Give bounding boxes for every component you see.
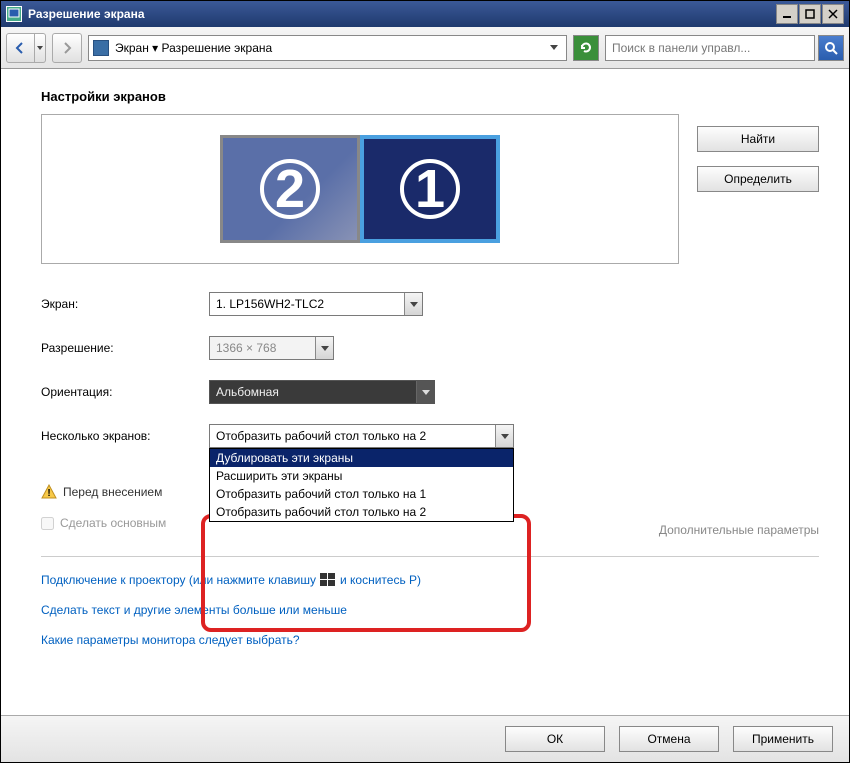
search-icon (824, 41, 838, 55)
dropdown-item[interactable]: Отобразить рабочий стол только на 2 (210, 503, 513, 521)
textsize-link[interactable]: Сделать текст и другие элементы больше и… (41, 603, 819, 617)
chevron-down-icon (416, 381, 434, 403)
dropdown-item[interactable]: Расширить эти экраны (210, 467, 513, 485)
multi-combo[interactable]: Отобразить рабочий стол только на 2 (209, 424, 514, 448)
content-area: Настройки экранов 2 1 Найти Определить Э… (1, 69, 849, 715)
projector-link[interactable]: Подключение к проектору (или нажмите кла… (41, 573, 819, 587)
chevron-down-icon (315, 337, 333, 359)
which-monitor-link[interactable]: Какие параметры монитора следует выбрать… (41, 633, 819, 647)
label-resolution: Разрешение: (41, 341, 209, 355)
maximize-button[interactable] (799, 4, 821, 24)
refresh-icon (579, 41, 593, 55)
forward-button[interactable] (52, 33, 82, 63)
page-heading: Настройки экранов (41, 89, 819, 104)
screen-combo[interactable]: 1. LP156WH2-TLC2 (209, 292, 423, 316)
label-orientation: Ориентация: (41, 385, 209, 399)
titlebar: Разрешение экрана (1, 1, 849, 27)
monitor-number-1: 1 (400, 159, 460, 219)
chevron-down-icon (495, 425, 513, 447)
minimize-button[interactable] (776, 4, 798, 24)
chevron-down-icon (404, 293, 422, 315)
label-screen: Экран: (41, 297, 209, 311)
nav-back-group (6, 33, 46, 63)
ok-button[interactable]: ОК (505, 726, 605, 752)
dropdown-item[interactable]: Дублировать эти экраны (210, 449, 513, 467)
refresh-button[interactable] (573, 35, 599, 61)
footer: ОК Отмена Применить (1, 715, 849, 762)
monitor-preview-box: 2 1 (41, 114, 679, 264)
monitor-1[interactable]: 1 (360, 135, 500, 243)
search-go-button[interactable] (818, 35, 844, 61)
orientation-combo[interactable]: Альбомная (209, 380, 435, 404)
back-button[interactable] (6, 33, 35, 63)
monitor-number-2: 2 (260, 159, 320, 219)
breadcrumb: Экран ▾ Разрешение экрана (115, 41, 546, 55)
display-icon (93, 40, 109, 56)
arrow-left-icon (13, 41, 27, 55)
warning-icon: ! (41, 484, 57, 500)
main-display-checkbox[interactable] (41, 517, 54, 530)
detect-button[interactable]: Определить (697, 166, 819, 192)
find-button[interactable]: Найти (697, 126, 819, 152)
svg-text:!: ! (47, 488, 50, 499)
address-dropdown[interactable] (546, 45, 562, 50)
back-history-button[interactable] (35, 33, 46, 63)
multi-dropdown-list: Дублировать эти экраны Расширить эти экр… (209, 448, 514, 522)
label-multi: Несколько экранов: (41, 429, 209, 443)
checkbox-label: Сделать основным (60, 516, 166, 530)
dropdown-item[interactable]: Отобразить рабочий стол только на 1 (210, 485, 513, 503)
windows-key-icon (320, 573, 336, 587)
divider (41, 556, 819, 557)
close-button[interactable] (822, 4, 844, 24)
warn-text-prefix: Перед внесением (63, 485, 162, 499)
arrow-right-icon (60, 41, 74, 55)
search-input[interactable]: Поиск в панели управл... (605, 35, 815, 61)
address-bar[interactable]: Экран ▾ Разрешение экрана (88, 35, 567, 61)
window-title: Разрешение экрана (28, 7, 776, 21)
cancel-button[interactable]: Отмена (619, 726, 719, 752)
resolution-combo[interactable]: 1366 × 768 (209, 336, 334, 360)
monitor-2[interactable]: 2 (220, 135, 360, 243)
screen-resolution-window: Разрешение экрана Экран ▾ Разрешение экр… (0, 0, 850, 763)
advanced-link[interactable]: Дополнительные параметры (659, 523, 819, 537)
window-icon (6, 6, 22, 22)
apply-button[interactable]: Применить (733, 726, 833, 752)
toolbar: Экран ▾ Разрешение экрана Поиск в панели… (1, 27, 849, 69)
